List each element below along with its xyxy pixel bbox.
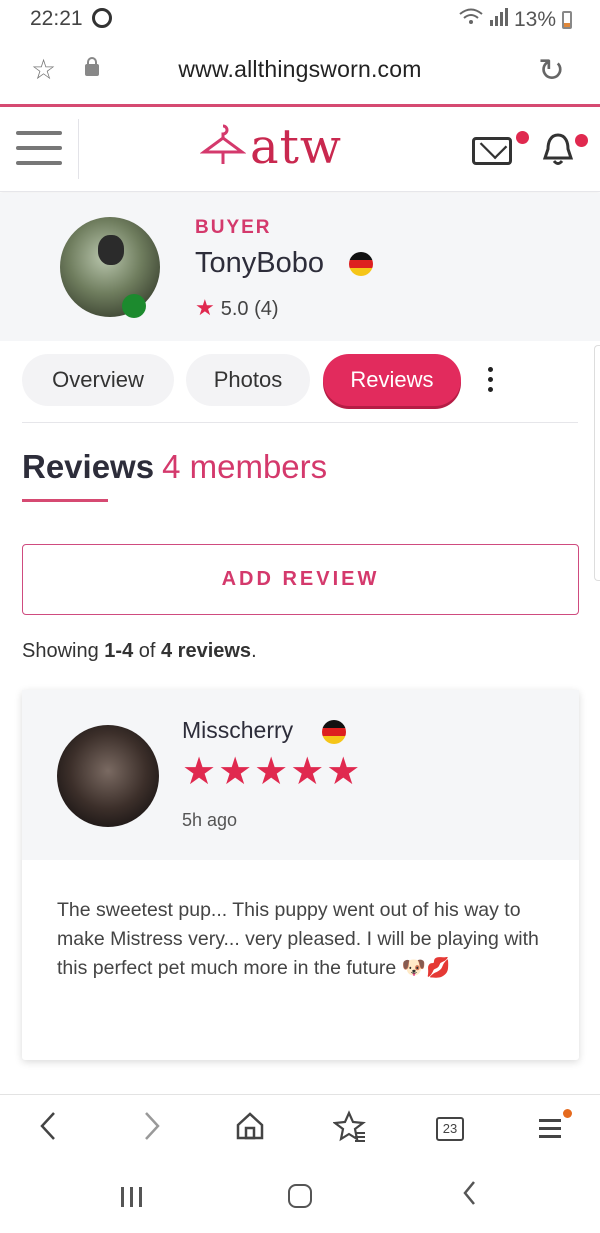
mail-notification-dot: [516, 131, 529, 144]
bell-notification-dot: [575, 134, 588, 147]
address-bar: ☆ www.allthingsworn.com ↻: [0, 38, 600, 104]
battery-percent: 13%: [513, 8, 556, 31]
tab-overview[interactable]: Overview: [22, 354, 174, 406]
site-header: atw: [0, 107, 600, 192]
reviews-heading: Reviews 4 members: [22, 448, 327, 486]
review-card-header: Misscherry ★★★★★ 5h ago: [22, 690, 579, 860]
showing-prefix: Showing: [22, 640, 105, 662]
heading-underline: [22, 499, 108, 502]
browser-toolbar: 23: [0, 1094, 600, 1162]
site-logo[interactable]: atw: [199, 119, 342, 175]
signal-icon: [489, 8, 508, 32]
tabs-count-icon[interactable]: 23: [436, 1117, 464, 1141]
online-indicator: [122, 294, 146, 318]
home-icon[interactable]: [234, 1109, 266, 1151]
back-arrow-icon[interactable]: [36, 1109, 60, 1151]
header-divider: [78, 119, 79, 179]
review-stars: ★★★★★: [182, 751, 363, 793]
status-bar: 22:21 13%: [0, 0, 600, 38]
showing-range: 1-4: [104, 640, 134, 662]
battery-icon: [562, 11, 572, 29]
recent-apps-icon[interactable]: [121, 1187, 147, 1207]
url-field[interactable]: www.allthingsworn.com: [0, 56, 600, 83]
showing-mid: of: [133, 640, 161, 662]
browser-menu-icon[interactable]: [539, 1119, 561, 1139]
bell-icon[interactable]: [540, 131, 576, 173]
system-navigation-bar: [0, 1162, 600, 1233]
reviews-count: 4 members: [162, 448, 328, 485]
profile-header: BUYER TonyBobo ★ 5.0 (4): [0, 193, 600, 341]
tab-reviews[interactable]: Reviews: [323, 354, 461, 406]
tabs-divider: [22, 422, 578, 423]
sync-icon: [92, 8, 112, 28]
profile-username: TonyBobo: [195, 247, 324, 279]
status-indicators: 13%: [458, 7, 572, 33]
review-text: The sweetest pup... This puppy went out …: [57, 899, 539, 979]
wifi-icon: [458, 7, 484, 33]
scrollbar[interactable]: [594, 345, 600, 581]
system-home-icon[interactable]: [288, 1184, 312, 1208]
reviews-title: Reviews: [22, 448, 155, 485]
hanger-logo-icon: [199, 122, 247, 173]
star-icon: ★: [195, 295, 215, 320]
showing-total: 4 reviews: [160, 640, 252, 662]
showing-text: Showing 1-4 of 4 reviews.: [22, 640, 257, 663]
menu-notification-dot: [563, 1109, 572, 1118]
review-card: Misscherry ★★★★★ 5h ago The sweetest pup…: [22, 690, 579, 1060]
profile-rating: ★ 5.0 (4): [195, 295, 279, 321]
system-back-icon[interactable]: [460, 1178, 480, 1214]
reload-icon[interactable]: ↻: [538, 54, 565, 86]
tab-photos[interactable]: Photos: [186, 354, 310, 406]
reviewer-avatar[interactable]: [57, 725, 159, 827]
forward-arrow-icon[interactable]: [140, 1109, 164, 1151]
logo-text: atw: [250, 119, 342, 175]
add-review-button[interactable]: ADD REVIEW: [22, 544, 579, 615]
bookmarks-icon[interactable]: [332, 1109, 367, 1151]
hamburger-menu-icon[interactable]: [16, 131, 62, 167]
rating-value: 5.0 (4): [220, 298, 279, 320]
profile-role: BUYER: [195, 217, 272, 238]
review-time: 5h ago: [182, 810, 238, 830]
status-time: 22:21: [30, 7, 83, 30]
mail-icon[interactable]: [472, 137, 512, 165]
germany-flag-icon: [322, 720, 346, 744]
showing-suffix: .: [251, 640, 257, 662]
germany-flag-icon: [349, 252, 373, 276]
more-options-icon[interactable]: [486, 367, 494, 395]
reviewer-name[interactable]: Misscherry: [182, 717, 293, 744]
